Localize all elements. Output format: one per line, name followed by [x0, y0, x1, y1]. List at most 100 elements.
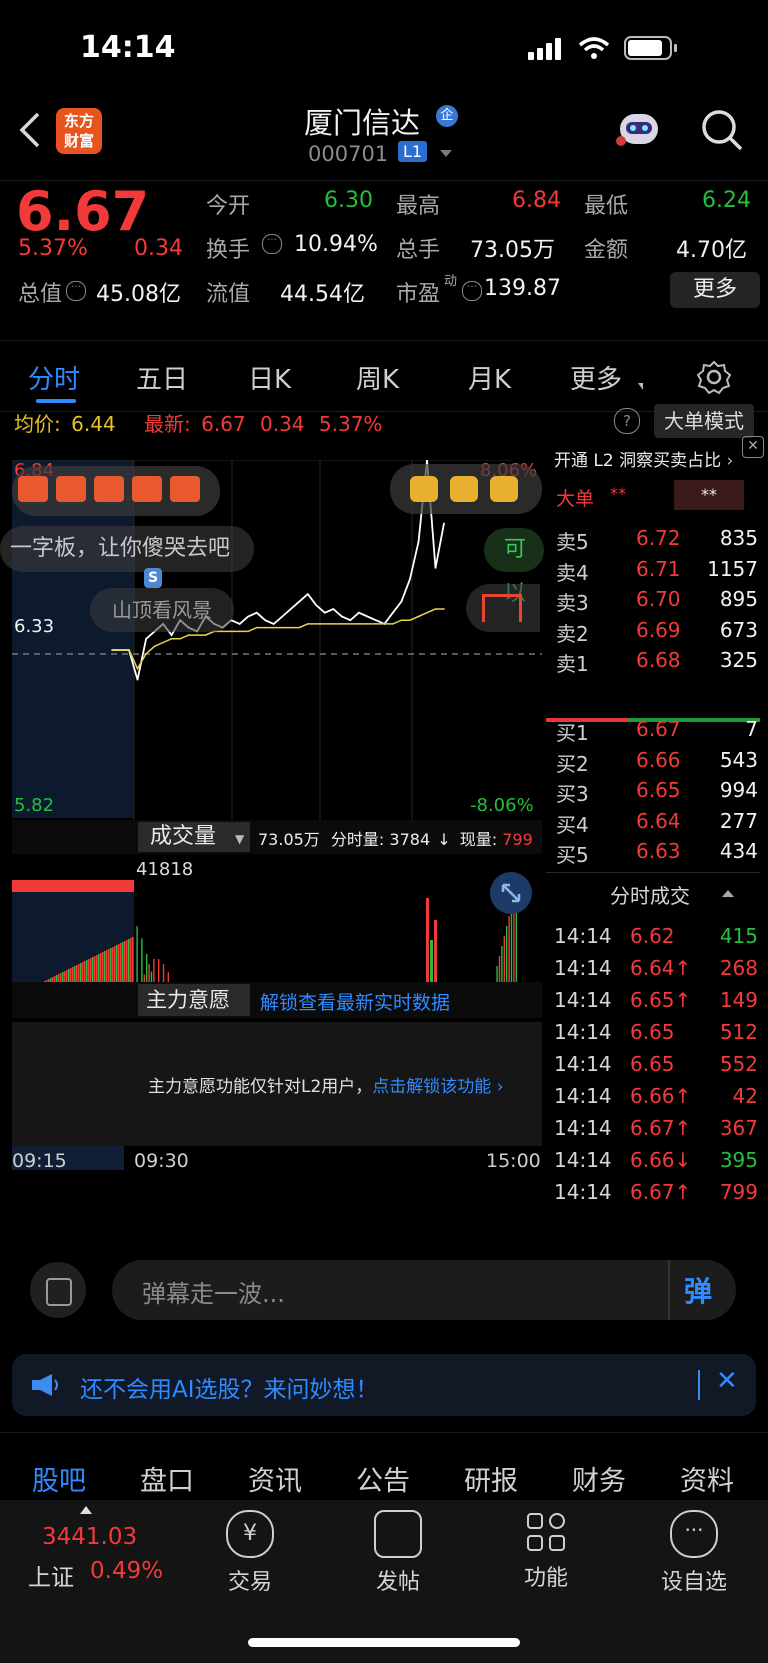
tab-guba[interactable]: 股吧	[32, 1459, 86, 1498]
info-icon[interactable]: ···	[462, 281, 482, 301]
trade-label: 交易	[227, 1570, 272, 1595]
trade-row: 14:14 6.67↑ 799	[546, 1180, 766, 1212]
trade-row: 14:14 6.65↑ 149	[546, 988, 766, 1020]
robot-assistant-icon[interactable]	[616, 110, 662, 152]
series-point	[196, 634, 198, 636]
expand-icon[interactable]	[490, 872, 532, 914]
main-force-unlock-link[interactable]: 解锁查看最新实时数据	[260, 988, 450, 1015]
volume-bar	[12, 880, 134, 892]
help-icon[interactable]: ?	[614, 408, 640, 434]
avg-value: 6.44	[71, 412, 116, 436]
stock-name[interactable]: 厦门信达	[304, 100, 420, 142]
series-point	[255, 626, 258, 629]
danmu-toggle-icon[interactable]	[30, 1262, 86, 1318]
trade-volume: 552	[719, 1052, 758, 1076]
y-axis-bottom: 5.82	[14, 795, 55, 816]
bid-row[interactable]: 买4 6.64 277	[546, 809, 766, 841]
tab-finance[interactable]: 财务	[572, 1459, 626, 1498]
main-force-selector[interactable]: 主力意愿 ▼	[138, 984, 250, 1042]
trade-volume: 799	[719, 1180, 758, 1204]
tab-news[interactable]: 资讯	[248, 1459, 302, 1498]
tab-research[interactable]: 研报	[464, 1459, 518, 1498]
bid-row[interactable]: 买5 6.63 434	[546, 839, 766, 871]
close-icon[interactable]: ✕	[716, 1366, 738, 1396]
trade-row: 14:14 6.65 512	[546, 1020, 766, 1052]
bid-row[interactable]: 买1 6.67 7	[546, 717, 766, 749]
current-volume-value: 799	[502, 830, 533, 849]
l2-promo[interactable]: 开通 L2 洞察买卖占比 ›	[546, 446, 768, 482]
ask-row[interactable]: 卖1 6.68 325	[546, 648, 766, 680]
ai-banner[interactable]: 还不会用AI选股？来问妙想！ ✕	[12, 1354, 756, 1416]
tab-profile[interactable]: 资料	[680, 1459, 734, 1498]
latest-value: 6.67	[201, 412, 246, 436]
tab-intraday[interactable]: 分时	[28, 359, 80, 396]
ask-row[interactable]: 卖4 6.71 1157	[546, 557, 766, 589]
index-pct: 0.49%	[90, 1558, 164, 1584]
bid-row[interactable]: 买3 6.65 994	[546, 778, 766, 810]
megaphone-icon	[32, 1374, 58, 1396]
trade-time: 14:14	[554, 1020, 612, 1044]
info-icon[interactable]: ···	[66, 281, 86, 301]
l2-promo-text: 开通 L2 洞察买卖占比	[554, 451, 722, 471]
trade-volume: 42	[732, 1084, 758, 1108]
price-chart[interactable]	[12, 460, 542, 1280]
home-indicator	[248, 1638, 520, 1647]
tab-more[interactable]: 更多	[570, 359, 622, 396]
series-point	[443, 522, 445, 525]
tab-pankou[interactable]: 盘口	[140, 1459, 194, 1498]
close-icon[interactable]: ✕	[742, 436, 764, 458]
ob-label: 卖1	[556, 652, 589, 676]
settings-icon[interactable]	[696, 359, 732, 395]
ob-volume: 543	[719, 747, 758, 772]
ask-row[interactable]: 卖2 6.69 673	[546, 618, 766, 650]
series-point	[349, 623, 352, 625]
ob-volume: 994	[719, 778, 758, 802]
volume-selector[interactable]: 成交量 ▼	[138, 822, 250, 852]
status-bar: 14:14	[0, 0, 768, 100]
ob-label: 买4	[556, 812, 589, 837]
low-value: 6.24	[702, 188, 751, 213]
ask-row[interactable]: 卖5 6.72 835	[546, 526, 766, 558]
series-point	[179, 638, 181, 640]
tab-monthly[interactable]: 月K	[468, 359, 511, 396]
post-button[interactable]: 发帖	[348, 1510, 448, 1596]
level-badge[interactable]: L1	[398, 141, 428, 162]
danmu-bubble-2: 可以	[484, 528, 544, 606]
period-volume-value: 3784	[389, 830, 431, 849]
search-icon[interactable]	[700, 108, 744, 152]
main-force-notice: 主力意愿功能仅针对L2用户，点击解锁该功能 ›	[148, 1077, 504, 1097]
series-point	[358, 623, 360, 625]
add-watchlist-button[interactable]: ··· 设自选	[644, 1510, 744, 1596]
tab-announcements[interactable]: 公告	[356, 1459, 410, 1498]
bid-row[interactable]: 买2 6.66 543	[546, 748, 766, 780]
series-point	[392, 623, 394, 625]
trade-time: 14:14	[554, 956, 612, 980]
ask-row[interactable]: 卖3 6.70 895	[546, 587, 766, 619]
tab-weekly[interactable]: 周K	[356, 359, 399, 396]
ob-label: 卖2	[556, 621, 589, 646]
chart-header: 均价: 6.44 最新: 6.67 0.34 5.37%	[14, 408, 382, 440]
tab-5day[interactable]: 五日	[136, 359, 188, 396]
more-button[interactable]: 更多	[670, 272, 760, 308]
pe-label: 市盈	[396, 282, 441, 307]
period-volume-label: 分时量:	[330, 830, 385, 849]
volume-selector-label: 成交量	[150, 824, 217, 849]
index-expand-icon[interactable]	[80, 1506, 92, 1514]
swimmer-badge-strip	[390, 464, 542, 514]
info-icon[interactable]: ···	[262, 234, 282, 254]
danmu-send-button[interactable]: 弹	[684, 1270, 712, 1310]
danmu-input[interactable]: 弹幕走一波... 弹	[112, 1260, 736, 1320]
x-tick-0915: 09:15	[12, 1150, 67, 1172]
index-value[interactable]: 3441.03	[42, 1524, 137, 1550]
sell-signal-marker[interactable]: S	[144, 568, 162, 588]
ob-label: 卖3	[556, 591, 589, 615]
trade-button[interactable]: ¥ 交易	[200, 1510, 300, 1596]
series-point	[400, 619, 403, 621]
sort-icon[interactable]	[722, 890, 734, 897]
back-icon[interactable]	[18, 110, 42, 150]
code-dropdown-icon[interactable]	[440, 150, 452, 157]
tab-daily[interactable]: 日K	[248, 359, 291, 396]
function-button[interactable]: 功能	[496, 1510, 596, 1592]
main-force-notice-link[interactable]: 点击解锁该功能	[372, 1077, 491, 1097]
series-point	[111, 649, 113, 651]
